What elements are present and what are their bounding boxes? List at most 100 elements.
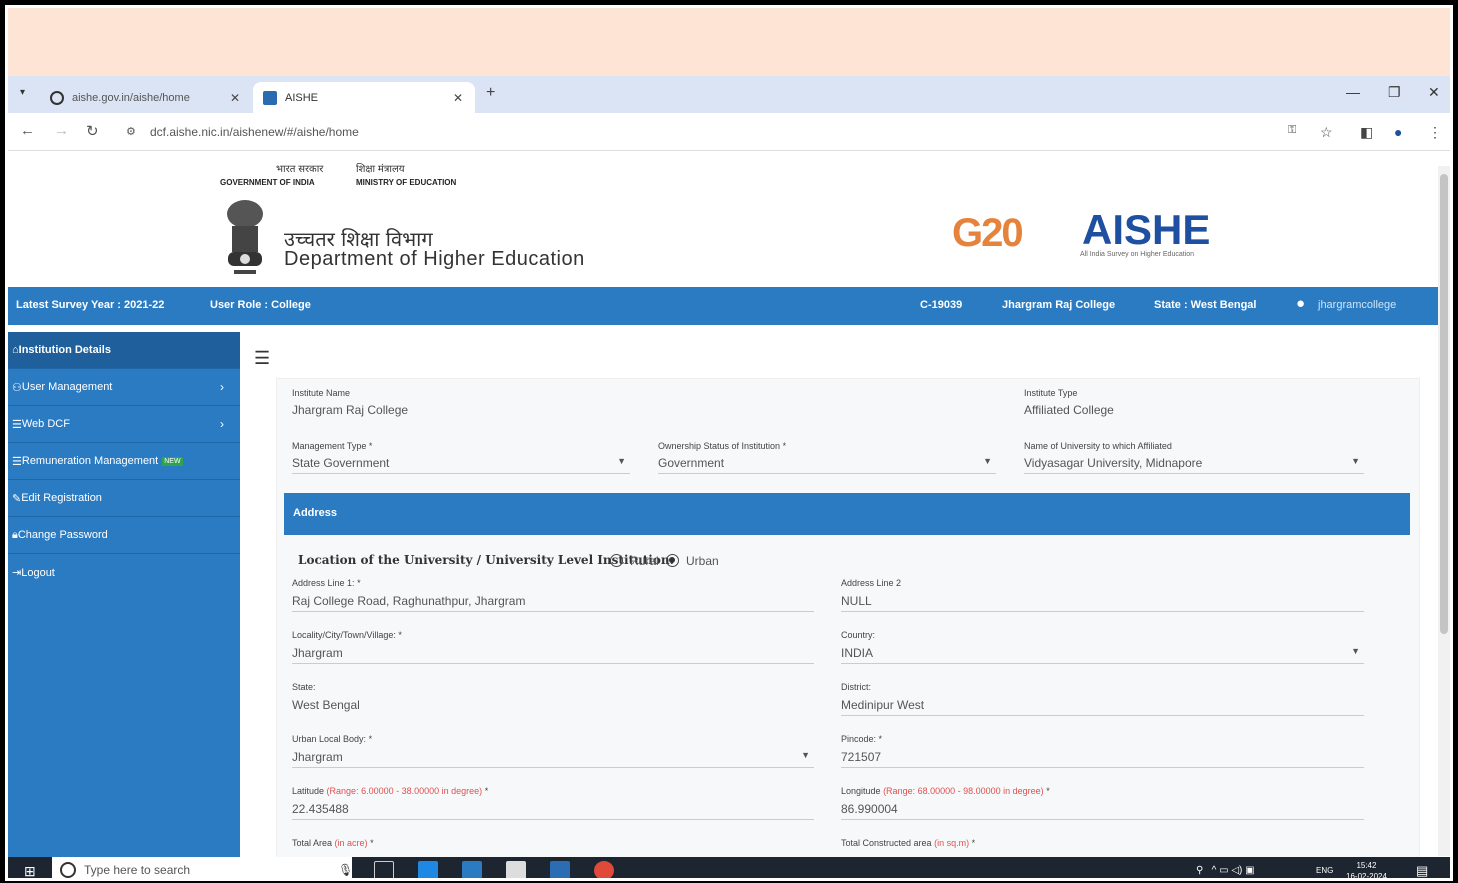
info-bar: Latest Survey Year : 2021-22 User Role :… [8,287,1438,325]
label-text: Longitude [841,786,881,796]
sidebar-toggle-icon[interactable]: ☰ [254,348,270,369]
field-label: Total Area (in acre) * [292,838,374,848]
sidebar-item-edit-registration[interactable]: ✎ Edit Registration [8,480,240,517]
field-label: Total Constructed area (in sq.m) * [841,838,975,848]
address-line1-input[interactable]: Raj College Road, Raghunathpur, Jhargram [292,594,814,612]
system-tray-icons[interactable]: ⚲ ^ ▭ ◁) ▣ [1196,865,1255,876]
required-marker: * [368,734,373,744]
taskbar-search-input[interactable]: Type here to search [52,857,352,878]
field-label: Country: [841,630,876,640]
ministry-hindi: शिक्षा मंत्रालय [356,164,405,175]
select-value: State Government [292,456,390,470]
mail-icon[interactable] [550,861,570,878]
store-icon[interactable] [506,861,526,878]
sidebar-item-label: Logout [21,566,55,579]
chrome-icon[interactable] [594,861,614,878]
edge-icon[interactable] [418,861,438,878]
country-select[interactable]: INDIA ▼ [841,646,1364,664]
management-type-select[interactable]: State Government ▼ [292,456,630,474]
latitude-input[interactable]: 22.435488 [292,802,814,820]
select-value: Vidyasagar University, Midnapore [1024,456,1203,470]
district-value: Medinipur West [841,698,1364,716]
longitude-input[interactable]: 86.990004 [841,802,1364,820]
top-margin [8,8,1450,76]
url-input[interactable]: dcf.aishe.nic.in/aishenew/#/aishe/home [120,120,1332,144]
tab-search-icon[interactable]: ▾ [20,87,25,98]
required-marker: * [1046,786,1050,796]
profile-icon[interactable]: ● [1394,124,1402,140]
reload-icon[interactable]: ↻ [86,122,99,140]
national-emblem-icon [227,200,263,274]
label-text: Latitude [292,786,325,796]
windows-start-icon[interactable]: ⊞ [24,863,36,878]
dropdown-arrow-icon: ▼ [1351,646,1360,656]
ownership-status-select[interactable]: Government ▼ [658,456,996,474]
bookmark-star-icon[interactable]: ☆ [1320,124,1333,141]
password-key-icon[interactable]: ⚿ [1288,124,1296,137]
required-marker: * [368,441,373,451]
address-line2-input[interactable]: NULL [841,594,1364,612]
list-icon: ☰ [12,418,22,431]
urban-radio[interactable] [666,554,679,567]
institute-name-value: Jhargram Raj College [292,403,409,417]
label-text: Pincode: [841,734,877,744]
sidebar-item-label: Web DCF [21,418,70,430]
field-label: District: [841,682,871,692]
window-close-icon[interactable]: ✕ [1428,84,1440,101]
aishe-logo: AISHE [1082,206,1211,253]
minimize-icon[interactable]: — [1346,84,1360,100]
task-view-icon[interactable] [374,861,394,878]
label-text: Urban Local Body: [292,734,367,744]
field-label: Name of University to which Affiliated [1024,441,1172,451]
rural-label: Rural [630,554,659,568]
sidebar-item-user-management[interactable]: ⚇ User Management › [8,369,240,406]
field-label: Ownership Status of Institution * [658,441,786,451]
sidebar-item-change-password[interactable]: 🔒︎ Change Password [8,517,240,554]
field-label: Institute Name [292,388,351,398]
dropdown-arrow-icon: ▼ [801,750,810,760]
microphone-icon[interactable]: 🎙︎ [338,863,353,877]
file-explorer-icon[interactable] [462,861,482,878]
language-indicator[interactable]: ENG [1316,866,1333,875]
tab-title: AISHE [285,91,319,104]
affiliated-university-select[interactable]: Vidyasagar University, Midnapore ▼ [1024,456,1364,474]
dropdown-arrow-icon: ▼ [983,456,992,466]
address-section-header: Address [284,493,1410,535]
pincode-input[interactable]: 721507 [841,750,1364,768]
sidebar-item-remuneration[interactable]: ☰ Remuneration Management NEW [8,443,240,480]
menu-kebab-icon[interactable]: ⋮ [1428,124,1442,141]
required-marker: * [878,734,883,744]
dropdown-arrow-icon: ▼ [617,456,626,466]
windows-taskbar: ⊞ Type here to search 🎙︎ ⚲ ^ ▭ ◁) ▣ ENG … [8,857,1450,878]
sidebar-item-institution-details[interactable]: ⌂ Institution Details [8,332,240,369]
close-icon[interactable]: ✕ [453,91,463,105]
user-menu[interactable]: jhargramcollege [1318,299,1396,311]
city-input[interactable]: Jhargram [292,646,814,664]
taskbar-clock[interactable]: 15:42 16-02-2024 [1346,860,1387,878]
sidebar-item-logout[interactable]: ⇥ Logout [8,554,240,591]
sidepanel-icon[interactable]: ◧ [1360,124,1373,141]
notification-icon[interactable]: ▤ [1416,863,1428,878]
restore-icon[interactable]: ❐ [1388,84,1401,101]
back-icon[interactable]: ← [20,122,35,139]
required-marker: * [357,578,361,588]
new-tab-icon[interactable]: + [486,84,495,102]
rural-radio[interactable] [610,554,623,567]
scrollbar-thumb[interactable] [1440,174,1448,634]
list-icon: ☰ [12,455,22,468]
edit-icon: ✎ [12,492,22,505]
field-label: Address Line 2 [841,578,902,588]
close-icon[interactable]: ✕ [230,91,240,105]
field-label: Pincode: * [841,734,882,744]
field-label: Urban Local Body: * [292,734,372,744]
urban-local-body-select[interactable]: Jhargram ▼ [292,750,814,768]
screen-frame: ▾ aishe.gov.in/aishe/home ✕ AISHE ✕ + — … [5,5,1453,881]
sidebar-item-web-dcf[interactable]: ☰ Web DCF › [8,406,240,443]
select-value: Government [658,456,725,470]
g20-logo: G20 [952,211,1024,255]
forward-icon[interactable]: → [54,122,69,139]
browser-tab-aishe[interactable]: AISHE ✕ [253,82,475,113]
browser-tab-aishe-home[interactable]: aishe.gov.in/aishe/home ✕ [42,82,252,113]
aishe-tagline: All India Survey on Higher Education [1080,251,1195,258]
required-marker: * [370,838,374,848]
